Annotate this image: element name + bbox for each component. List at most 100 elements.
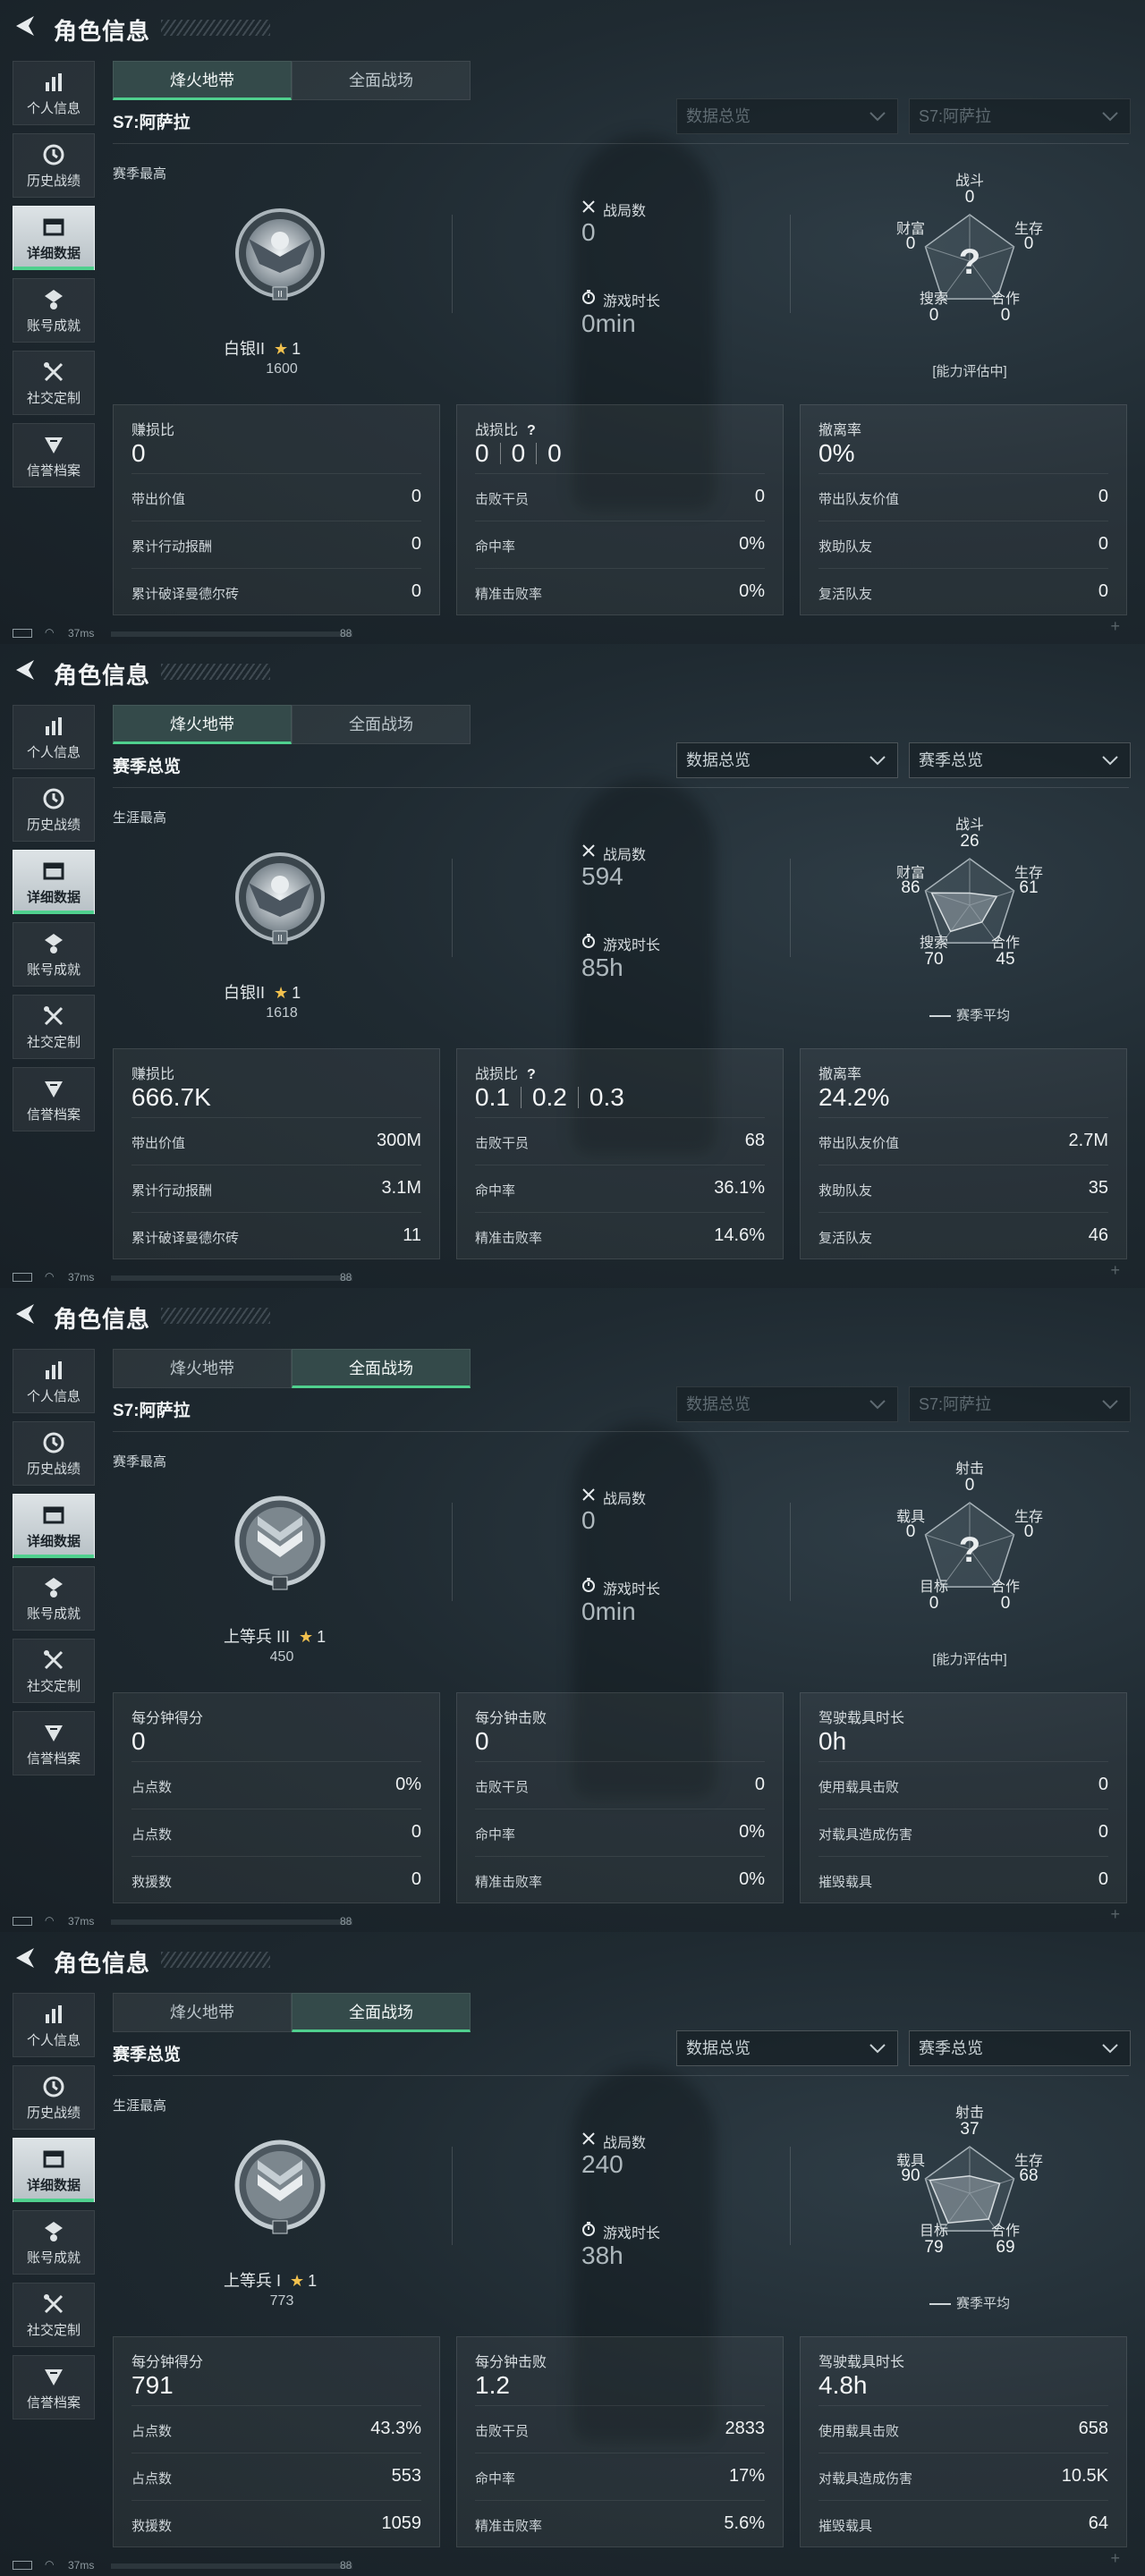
season-dropdown[interactable]: 赛季总览 [909,2030,1131,2066]
sidebar-item-detail-data[interactable]: 详细数据 [13,206,95,270]
sidebar-item-credit-profile[interactable]: 信誉档案 [13,1711,95,1775]
stat-label: 对载具造成伤害 [818,1827,913,1843]
data-type-dropdown[interactable]: 数据总览 [676,742,898,778]
sidebar-item-label: 账号成就 [26,962,81,978]
stat-card: 每分钟得分 791 占点数 43.3% 占点数 553 救援数 1059 [113,2336,440,2547]
sidebar-item-social-custom[interactable]: 社交定制 [13,1639,95,1703]
tab-quanmian[interactable]: 全面战场 [292,705,471,744]
title-decoration [161,664,270,680]
sidebar-item-personal-info[interactable]: 个人信息 [13,705,95,769]
sidebar-item-history-record[interactable]: 历史战绩 [13,1421,95,1486]
tab-quanmian[interactable]: 全面战场 [292,61,471,100]
sidebar-item-personal-info[interactable]: 个人信息 [13,1993,95,2057]
sidebar-item-label: 信誉档案 [26,1107,81,1123]
section-label: 生涯最高 [113,2098,167,2114]
data-type-dropdown[interactable]: 数据总览 [676,98,898,134]
sidebar-item-personal-info[interactable]: 个人信息 [13,61,95,125]
stat-value: 0 [1098,487,1108,506]
sidebar-item-account-achievements[interactable]: 账号成就 [13,922,95,987]
plus-icon: + [1110,2549,1120,2567]
sidebar-item-label: 账号成就 [26,1606,81,1622]
sidebar-item-history-record[interactable]: 历史战绩 [13,133,95,198]
sidebar-item-history-record[interactable]: 历史战绩 [13,2065,95,2130]
tab-fenghuo[interactable]: 烽火地带 [113,705,292,744]
back-arrow-icon[interactable] [13,13,38,38]
stat-card: 战损比? 0 0 0 击败干员 0 命中率 0% 精准击败率 0% [456,404,784,615]
radar-value: 68 [1019,2166,1039,2185]
main-value: 666.7K [131,1083,211,1111]
stat-row: 复活队友 46 [818,1212,1108,1259]
tab-fenghuo[interactable]: 烽火地带 [113,1349,292,1388]
dropdown-value: 赛季总览 [919,751,983,769]
sidebar-item-social-custom[interactable]: 社交定制 [13,2283,95,2347]
personal-info-icon [46,2005,62,2023]
rank-badge-icon: II [235,208,325,301]
radar-note-text: 赛季平均 [955,2296,1010,2311]
data-type-dropdown[interactable]: 数据总览 [676,1386,898,1422]
wifi-icon: ◠ [45,626,55,639]
tab-fenghuo[interactable]: 烽火地带 [113,61,292,100]
sidebar-item-detail-data[interactable]: 详细数据 [13,1494,95,1558]
sidebar-item-account-achievements[interactable]: 账号成就 [13,1566,95,1631]
battles-value: 594 [581,862,623,890]
season-dropdown[interactable]: S7:阿萨拉 [909,1386,1131,1422]
back-arrow-icon[interactable] [13,1301,38,1326]
radar-value: 70 [924,950,944,969]
personal-info-icon [46,717,62,735]
title-decoration [161,1308,270,1324]
season-dropdown[interactable]: 赛季总览 [909,742,1131,778]
season-dropdown[interactable]: S7:阿萨拉 [909,98,1131,134]
mode-tabs: 烽火地带 全面战场 [113,1349,471,1388]
radar-value: 0 [929,1594,939,1613]
sidebar-item-account-achievements[interactable]: 账号成就 [13,2210,95,2275]
sidebar-item-social-custom[interactable]: 社交定制 [13,995,95,1059]
stat-card: 赚损比 666.7K 带出价值 300M 累计行动报酬 3.1M 累计破译曼德尔砖 11 [113,1048,440,1259]
sidebar-item-social-custom[interactable]: 社交定制 [13,351,95,415]
stat-label: 救助队友 [818,1183,873,1199]
main-value: 0 [547,439,562,467]
tab-fenghuo[interactable]: 烽火地带 [113,1993,292,2032]
rank-stars: 1 [292,984,301,1002]
section-label: 赛季最高 [113,166,167,182]
sidebar-item-detail-data[interactable]: 详细数据 [13,2138,95,2202]
divider [452,859,453,957]
data-type-dropdown[interactable]: 数据总览 [676,2030,898,2066]
sidebar-item-personal-info[interactable]: 个人信息 [13,1349,95,1413]
help-icon[interactable]: ? [527,423,536,439]
character-info-screen: 角色信息 个人信息 历史战绩 详细数据 账号成就 社交定制 信誉档案 烽火地带 全面战场 … [0,1288,1145,1932]
stat-value: 300M [376,1131,421,1150]
stat-label: 命中率 [475,1183,516,1199]
help-icon[interactable]: ? [527,1067,536,1083]
tab-quanmian[interactable]: 全面战场 [292,1993,471,2032]
playtime-value: 0min [581,1597,636,1625]
stat-row: 累计行动报酬 0 [131,521,421,568]
crossed-swords-icon [582,1488,595,1501]
stat-row: 占点数 553 [131,2453,421,2500]
stat-value: 0% [739,1822,765,1842]
stat-row: 命中率 36.1% [475,1165,765,1212]
main-value: 24.2% [818,1083,890,1111]
sidebar-item-credit-profile[interactable]: 信誉档案 [13,2355,95,2419]
sidebar-item-detail-data[interactable]: 详细数据 [13,850,95,914]
status-track [111,1919,352,1925]
season-subtitle: S7:阿萨拉 [113,1402,191,1420]
sidebar-item-credit-profile[interactable]: 信誉档案 [13,423,95,487]
sidebar-item-credit-profile[interactable]: 信誉档案 [13,1067,95,1131]
sidebar-item-history-record[interactable]: 历史战绩 [13,777,95,842]
card-title: 每分钟得分 [131,1706,203,1727]
back-arrow-icon[interactable] [13,1945,38,1970]
back-arrow-icon[interactable] [13,657,38,682]
radar-value: 61 [1019,878,1039,897]
stat-value: 14.6% [714,1225,765,1245]
stat-label: 累计破译曼德尔砖 [131,587,240,602]
ability-radar: ? 射击 0 生存 0 合作 0 目标 0 载具 0 [能力评估中] [862,1447,1077,1680]
sidebar-item-account-achievements[interactable]: 账号成就 [13,278,95,343]
stat-row: 救援数 0 [131,1856,421,1903]
stat-value: 10.5K [1061,2466,1108,2486]
tab-quanmian[interactable]: 全面战场 [292,1349,471,1388]
battery-icon [13,1917,32,1926]
stat-label: 精准击败率 [475,1875,543,1890]
stat-label: 命中率 [475,1827,516,1843]
card-title-text: 每分钟击败 [475,2355,547,2370]
history-record-icon [43,788,64,809]
